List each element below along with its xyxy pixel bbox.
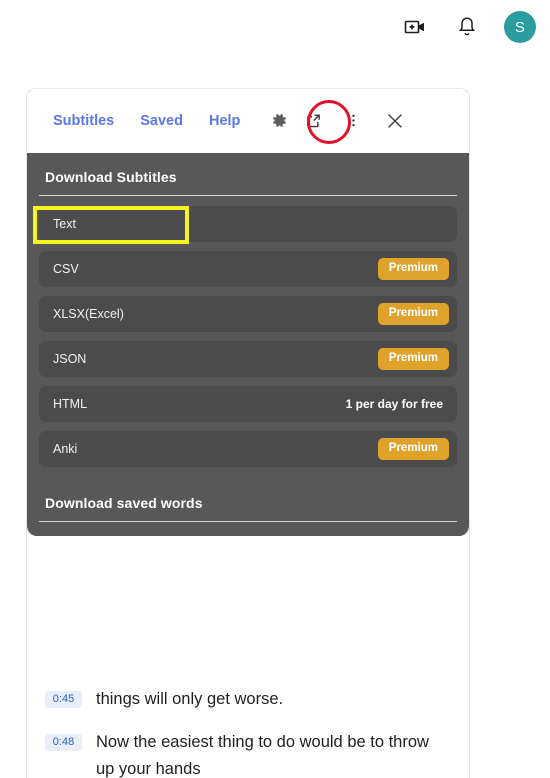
avatar-initial: S [514,18,526,36]
transcript-panel: Subtitles Saved Help Download Subtitles … [26,88,470,778]
add-video-icon[interactable] [400,12,430,42]
download-option-label: Anki [53,442,78,456]
download-subtitles-title: Download Subtitles [39,153,457,196]
top-bar: S [0,0,550,62]
download-option-label: XLSX(Excel) [53,307,124,321]
download-option-csv[interactable]: CSV Premium [39,251,457,287]
download-option-anki[interactable]: Anki Premium [39,431,457,467]
avatar[interactable]: S [504,11,536,43]
cue-timestamp[interactable]: 0:45 [45,691,82,708]
download-saved-words-title: Download saved words [39,479,457,522]
download-option-json[interactable]: JSON Premium [39,341,457,377]
premium-badge: Premium [377,303,449,325]
panel-header: Subtitles Saved Help [27,89,469,152]
tab-help[interactable]: Help [209,113,240,129]
cue-text[interactable]: Now the easiest thing to do would be to … [96,729,451,778]
transcript-list: 0:45 things will only get worse. 0:48 No… [27,672,469,778]
tab-saved[interactable]: Saved [140,113,183,129]
close-icon[interactable] [382,108,408,134]
premium-badge: Premium [377,258,449,280]
export-icon[interactable] [300,108,326,134]
free-quota-label: 1 per day for free [345,397,443,411]
gear-icon[interactable] [266,108,292,134]
premium-badge: Premium [377,438,449,460]
download-option-label: HTML [53,397,88,411]
download-panel: Download Subtitles Text CSV Premium XLSX… [27,153,469,536]
download-option-label: JSON [53,352,87,366]
cue-timestamp[interactable]: 0:48 [45,734,82,751]
cue-text[interactable]: things will only get worse. [96,686,283,713]
download-option-label: Text [53,217,76,231]
notification-bell-icon[interactable] [452,12,482,42]
download-option-xlsx[interactable]: XLSX(Excel) Premium [39,296,457,332]
kebab-menu-icon[interactable] [340,108,366,134]
download-option-label: CSV [53,262,79,276]
premium-badge: Premium [377,348,449,370]
transcript-cue[interactable]: 0:45 things will only get worse. [45,686,451,713]
transcript-cue[interactable]: 0:48 Now the easiest thing to do would b… [45,729,451,778]
top-bar-icon-group: S [400,11,536,43]
tab-subtitles[interactable]: Subtitles [53,113,114,129]
download-option-html[interactable]: HTML 1 per day for free [39,386,457,422]
download-option-text[interactable]: Text [39,206,457,242]
